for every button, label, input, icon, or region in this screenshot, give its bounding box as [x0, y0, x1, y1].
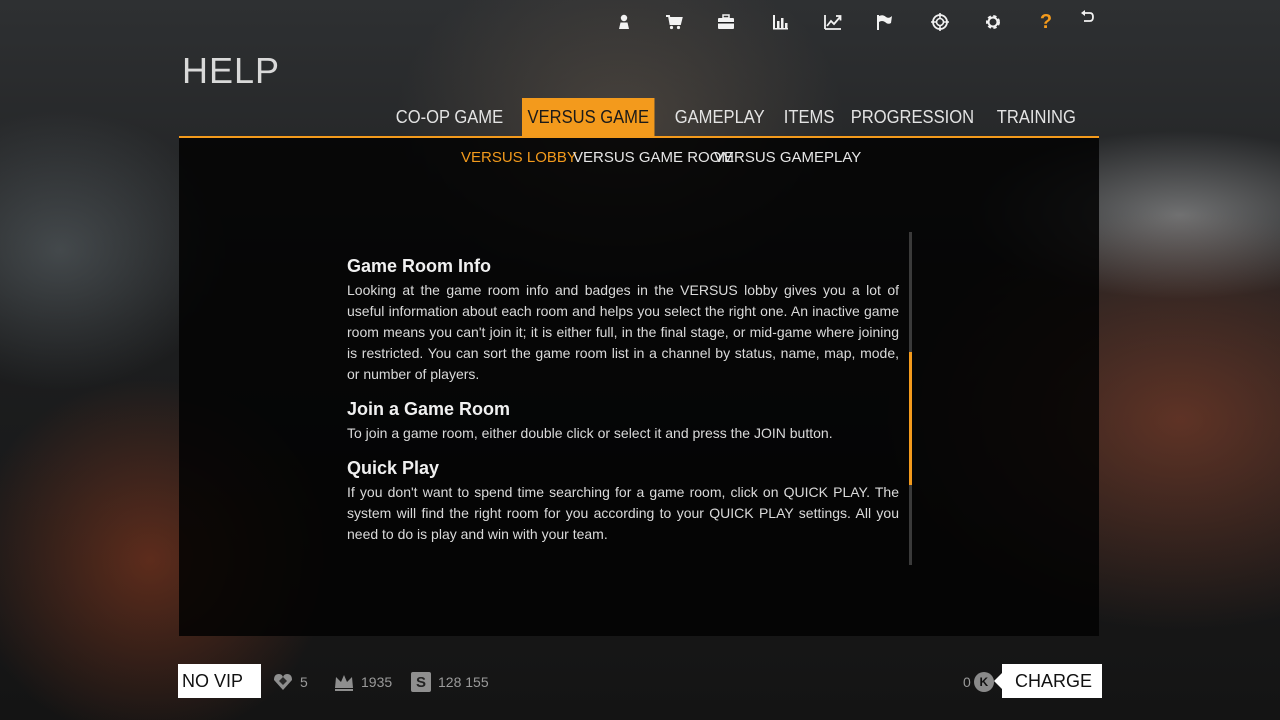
money-count: 128 155	[438, 674, 489, 690]
crown-icon	[335, 675, 353, 691]
svg-text:S: S	[416, 674, 426, 691]
k-balance: 0 K	[963, 672, 994, 692]
statistics-icon[interactable]	[766, 8, 794, 36]
sub-tabs: VERSUS LOBBY VERSUS GAME ROOM VERSUS GAM…	[179, 149, 1099, 171]
vip-button[interactable]: NO VIP	[178, 664, 261, 698]
tab-co-op-game[interactable]: CO-OP GAME	[393, 98, 506, 136]
subtab-versus-gameplay[interactable]: VERSUS GAMEPLAY	[714, 149, 861, 166]
section-heading: Quick Play	[347, 458, 440, 478]
subtab-versus-game-room[interactable]: VERSUS GAME ROOM	[573, 149, 734, 166]
crowns-stat: 1935	[333, 670, 392, 694]
target-icon[interactable]	[926, 8, 954, 36]
money-icon: S	[411, 672, 431, 692]
scrollbar[interactable]	[909, 232, 912, 565]
top-nav-bar: ?	[610, 8, 1100, 36]
k-coin-icon: K	[973, 672, 994, 692]
section-quick-play: Quick Play If you don't want to spend ti…	[347, 458, 899, 545]
k-balance-value: 0	[963, 674, 971, 690]
tab-gameplay[interactable]: GAMEPLAY	[672, 98, 767, 136]
tab-items[interactable]: ITEMS	[781, 98, 837, 136]
settings-icon[interactable]	[979, 8, 1007, 36]
section-heading: Game Room Info	[347, 256, 492, 276]
section-body: Looking at the game room info and badges…	[347, 282, 899, 382]
section-body: If you don't want to spend time searchin…	[347, 484, 899, 542]
crowns-count: 1935	[361, 674, 393, 690]
money-stat: S 128 155	[410, 670, 489, 694]
section-heading: Join a Game Room	[347, 399, 511, 419]
tab-training[interactable]: TRAINING	[994, 98, 1079, 136]
tab-progression[interactable]: PROGRESSION	[848, 98, 977, 136]
hearts-stat: 5	[272, 670, 308, 694]
back-icon[interactable]	[1073, 4, 1101, 32]
charge-button[interactable]: CHARGE	[994, 664, 1102, 698]
inventory-icon[interactable]	[712, 8, 740, 36]
scrollbar-thumb[interactable]	[909, 351, 912, 486]
tab-versus-game[interactable]: VERSUS GAME	[521, 98, 655, 136]
section-body: To join a game room, either double click…	[347, 425, 833, 441]
progress-icon[interactable]	[819, 8, 847, 36]
help-content: Game Room Info Looking at the game room …	[347, 256, 899, 566]
section-game-room-info: Game Room Info Looking at the game room …	[347, 256, 899, 385]
help-icon[interactable]: ?	[1032, 8, 1060, 36]
subtab-versus-lobby[interactable]: VERSUS LOBBY	[461, 149, 577, 166]
page-title: HELP	[182, 50, 281, 91]
main-tabs: CO-OP GAME VERSUS GAME GAMEPLAY ITEMS PR…	[393, 98, 1092, 136]
profile-icon[interactable]	[610, 8, 638, 36]
shop-icon[interactable]	[660, 8, 688, 36]
hearts-count: 5	[300, 674, 308, 690]
missions-flag-icon[interactable]	[871, 8, 899, 36]
help-panel: VERSUS LOBBY VERSUS GAME ROOM VERSUS GAM…	[179, 138, 1099, 636]
heart-badge-icon	[274, 674, 292, 690]
section-join-game-room: Join a Game Room To join a game room, ei…	[347, 399, 899, 444]
